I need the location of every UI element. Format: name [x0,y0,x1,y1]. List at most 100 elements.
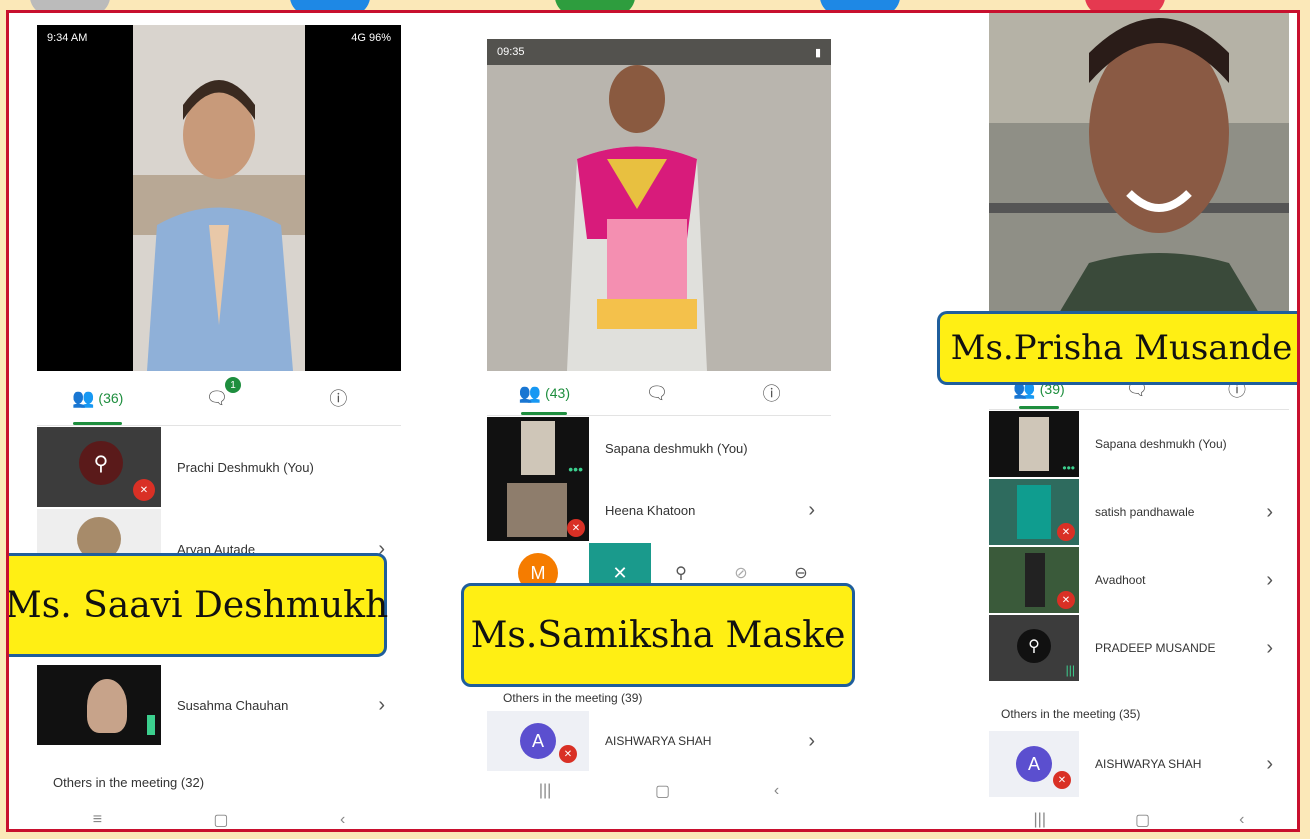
participant-thumb: ⚲ ||| [989,615,1079,681]
participant-thumb: ⚲ ✕ [37,427,161,507]
others-in-meeting: Others in the meeting (35) [1001,707,1141,721]
mute-icon[interactable]: ⊘ [711,563,771,583]
left-chat-badge: 1 [225,377,242,393]
middle-tab-info[interactable]: ⓘ [716,371,831,415]
participant-name: Sapana deshmukh (You) [1095,437,1227,451]
mic-off-icon: ✕ [1053,771,1071,789]
left-status-right: 4G 96% [351,32,391,44]
right-video-feed [989,13,1289,313]
mic-off-icon: ✕ [559,745,577,763]
middle-tab-people[interactable]: 👥 (43) [487,371,602,415]
right-video-image [989,13,1289,313]
chat-icon: 🗨 [645,382,669,403]
middle-phone-screen: 09:35 ▮ 👥 (43) 🗨 ⓘ ••• Sapana deshmukh (Y… [487,39,831,809]
list-item[interactable]: Susahma Chauhan › [37,665,401,745]
chevron-right-icon: › [808,729,815,752]
chevron-right-icon: › [808,498,815,521]
mic-off-icon: ✕ [567,519,585,537]
list-item[interactable]: ⚲ ✕ Prachi Deshmukh (You) [37,427,401,507]
recents-icon[interactable]: ||| [1034,811,1046,829]
audio-level-icon: ||| [1065,663,1075,677]
android-nav-bar: ≡ ▢ ‹ [37,805,401,829]
participant-photo [521,421,555,475]
more-icon[interactable]: ••• [568,461,583,477]
recents-icon[interactable]: ||| [539,782,551,800]
signal-icon: ▮ [814,46,821,59]
left-video-image [37,25,401,371]
participant-photo [507,483,567,537]
nameplate-middle: Ms.Samiksha Maske [461,583,855,687]
participant-thumb: ••• [487,417,589,479]
chevron-right-icon: › [1266,500,1273,523]
participant-photo [1025,553,1045,607]
mic-off-icon: ✕ [1057,591,1075,609]
participant-name: AISHWARYA SHAH [1095,757,1202,771]
list-item[interactable]: A ✕ AISHWARYA SHAH › [989,731,1289,797]
pin-icon[interactable]: ⚲ [651,563,711,583]
pin-icon: ⚲ [79,441,123,485]
list-item[interactable]: ⚲ ||| PRADEEP MUSANDE › [989,615,1289,681]
home-icon[interactable]: ▢ [655,781,670,801]
avatar: A [520,723,556,759]
participant-photo [87,679,127,733]
mic-off-icon: ✕ [1057,523,1075,541]
left-tab-chat[interactable]: 🗨 1 [158,371,279,425]
participant-name: Heena Khatoon [605,502,696,518]
mic-off-icon: ✕ [133,479,155,501]
right-phone-screen: 👥 (39) 🗨 ⓘ ••• Sapana deshmukh (You) ✕ sa… [989,13,1289,829]
participant-name: satish pandhawale [1095,505,1195,519]
chevron-right-icon: › [1266,636,1273,659]
list-item[interactable]: ••• Sapana deshmukh (You) [989,411,1289,477]
participant-thumb: ••• [989,411,1079,477]
android-nav-bar: ||| ▢ ‹ [487,773,831,809]
more-icon[interactable]: ••• [1062,461,1075,475]
left-tabs: 👥 (36) 🗨 1 ⓘ [37,371,401,426]
left-status-bar: 9:34 AM 4G 96% [37,25,401,51]
left-people-count: (36) [98,390,124,406]
middle-tab-chat[interactable]: 🗨 [602,371,717,415]
menu-icon[interactable]: ≡ [93,811,102,829]
left-tab-people[interactable]: 👥 (36) [37,371,158,425]
list-item[interactable]: ✕ satish pandhawale › [989,479,1289,545]
home-icon[interactable]: ▢ [213,810,228,829]
participant-name: PRADEEP MUSANDE [1095,641,1216,655]
avatar: A [1016,746,1052,782]
others-in-meeting: Others in the meeting (39) [503,691,643,705]
participant-thumb: A ✕ [487,711,589,771]
left-video-feed: 9:34 AM 4G 96% [37,25,401,371]
people-icon: 👥 [518,382,542,403]
participant-name: Avadhoot [1095,573,1146,587]
list-item[interactable]: ✕ Heena Khatoon › [487,479,831,541]
middle-tabs: 👥 (43) 🗨 ⓘ [487,371,831,416]
audio-level-icon [147,715,155,735]
middle-video-image [487,39,831,371]
pin-icon: ⚲ [1017,629,1051,663]
back-icon[interactable]: ‹ [340,811,345,829]
android-nav-bar: ||| ▢ ‹ [989,805,1289,829]
chat-icon: 🗨 [205,387,229,408]
list-item[interactable]: ••• Sapana deshmukh (You) [487,417,831,479]
chevron-right-icon: › [1266,568,1273,591]
middle-people-count: (43) [545,385,570,401]
participant-thumb: A ✕ [989,731,1079,797]
participant-name: AISHWARYA SHAH [605,734,712,748]
back-icon[interactable]: ‹ [774,782,779,800]
participant-thumb [37,665,161,745]
people-icon: 👥 [72,387,95,408]
list-item[interactable]: ✕ Avadhoot › [989,547,1289,613]
remove-icon[interactable]: ⊖ [771,563,831,583]
list-item[interactable]: A ✕ AISHWARYA SHAH › [487,711,831,771]
back-icon[interactable]: ‹ [1239,811,1244,829]
left-phone-screen: 9:34 AM 4G 96% 👥 (36) 🗨 1 ⓘ ⚲ ✕ Prachi Des… [37,25,401,829]
nameplate-right: Ms.Prisha Musande [937,311,1297,385]
left-tab-info[interactable]: ⓘ [280,371,401,425]
participant-thumb: ✕ [487,479,589,541]
home-icon[interactable]: ▢ [1135,810,1150,829]
left-status-time: 9:34 AM [47,32,88,44]
participant-name: Sapana deshmukh (You) [605,440,748,456]
middle-video-feed: 09:35 ▮ [487,39,831,371]
middle-status-time: 09:35 [497,46,525,58]
participant-name: Susahma Chauhan [177,697,289,713]
participant-thumb: ✕ [989,547,1079,613]
nameplate-left: Ms. Saavi Deshmukh [9,553,388,657]
